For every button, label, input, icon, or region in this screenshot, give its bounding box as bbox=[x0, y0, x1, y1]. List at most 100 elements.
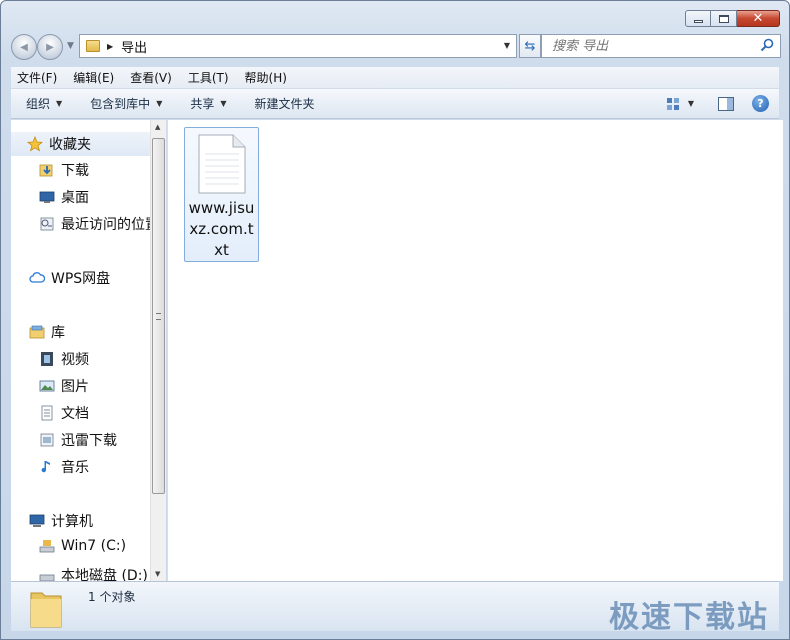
nav-desktop[interactable]: 桌面 bbox=[39, 187, 89, 207]
file-item[interactable]: www.jisuxz.com.txt bbox=[184, 127, 259, 262]
address-bar[interactable]: ▶ 导出 ▼ bbox=[79, 34, 517, 58]
nav-drive-c-label: Win7 (C:) bbox=[61, 538, 127, 554]
nav-drive-d[interactable]: 本地磁盘 (D:) bbox=[39, 565, 148, 581]
nav-recent-label: 最近访问的位置 bbox=[61, 217, 159, 233]
maximize-icon bbox=[718, 14, 729, 23]
nav-favorites[interactable]: 收藏夹 bbox=[11, 132, 151, 156]
forward-arrow-icon: ▶ bbox=[46, 41, 54, 53]
search-icon[interactable] bbox=[760, 38, 774, 52]
close-icon: ✕ bbox=[752, 11, 764, 26]
recent-pages-dropdown[interactable]: ▼ bbox=[67, 41, 74, 51]
menu-help[interactable]: 帮助(H) bbox=[245, 69, 287, 86]
help-button[interactable]: ? bbox=[752, 95, 769, 112]
documents-icon bbox=[41, 405, 53, 421]
forward-button[interactable]: ▶ bbox=[37, 34, 63, 60]
cloud-icon bbox=[29, 272, 45, 283]
nav-pictures-label: 图片 bbox=[61, 379, 89, 395]
chevron-down-icon: ▼ bbox=[56, 99, 63, 108]
nav-documents[interactable]: 文档 bbox=[39, 403, 89, 423]
view-dropdown-icon[interactable]: ▼ bbox=[688, 99, 694, 108]
explorer-window: ✕ ◀ ▶ ▼ ▶ 导出 ▼ ⇆ 文件(F) 编辑(E) bbox=[0, 0, 790, 640]
view-controls: ▼ ? bbox=[666, 95, 769, 112]
help-icon: ? bbox=[757, 97, 764, 110]
recent-places-icon bbox=[40, 217, 54, 231]
nav-favorites-label: 收藏夹 bbox=[49, 137, 91, 153]
breadcrumb-arrow-icon[interactable]: ▶ bbox=[107, 42, 113, 51]
preview-pane-icon[interactable] bbox=[718, 96, 734, 111]
close-button[interactable]: ✕ bbox=[737, 10, 780, 27]
folder-icon bbox=[86, 40, 100, 52]
share-button[interactable]: 共享 ▼ bbox=[190, 95, 226, 112]
nav-wps-cloud[interactable]: WPS网盘 bbox=[29, 268, 110, 288]
nav-drive-d-label: 本地磁盘 (D:) bbox=[61, 568, 148, 581]
nav-videos[interactable]: 视频 bbox=[39, 349, 89, 369]
refresh-icon: ⇆ bbox=[524, 38, 536, 54]
computer-icon bbox=[29, 514, 45, 527]
scrollbar-thumb[interactable] bbox=[152, 138, 165, 494]
nav-music[interactable]: 音乐 bbox=[39, 457, 89, 477]
menu-file[interactable]: 文件(F) bbox=[17, 69, 57, 86]
watermark-logo: 极速下载站 bbox=[609, 600, 769, 635]
folder-icon bbox=[30, 592, 62, 628]
video-icon bbox=[41, 352, 53, 366]
command-bar: 组织 ▼ 包含到库中 ▼ 共享 ▼ 新建文件夹 ▼ ? bbox=[11, 89, 779, 119]
local-disk-icon bbox=[39, 574, 55, 581]
nav-libraries[interactable]: 库 bbox=[29, 322, 65, 342]
nav-downloads-label: 下载 bbox=[61, 163, 89, 179]
menu-tools[interactable]: 工具(T) bbox=[188, 69, 229, 86]
search-input[interactable] bbox=[552, 38, 752, 54]
file-list[interactable]: www.jisuxz.com.txt bbox=[167, 120, 783, 581]
nav-computer[interactable]: 计算机 bbox=[29, 511, 93, 531]
system-drive-icon bbox=[39, 540, 55, 553]
share-label: 共享 bbox=[190, 97, 215, 111]
include-in-library-label: 包含到库中 bbox=[90, 97, 151, 111]
caption-buttons: ✕ bbox=[685, 10, 780, 27]
desktop-icon bbox=[39, 191, 55, 203]
nav-pictures[interactable]: 图片 bbox=[39, 376, 89, 396]
chevron-down-icon: ▼ bbox=[220, 99, 227, 108]
nav-documents-label: 文档 bbox=[61, 406, 89, 422]
breadcrumb-current[interactable]: 导出 bbox=[121, 37, 147, 56]
grip-icon bbox=[156, 313, 161, 320]
text-file-icon bbox=[198, 134, 246, 194]
back-arrow-icon: ◀ bbox=[20, 41, 28, 53]
nav-desktop-label: 桌面 bbox=[61, 190, 89, 206]
back-button[interactable]: ◀ bbox=[11, 34, 37, 60]
navigation-pane: 收藏夹 下载 桌面 最近访问的位置 WPS网盘 库 视频 图片 文档 迅雷下载 … bbox=[11, 120, 166, 581]
nav-computer-label: 计算机 bbox=[51, 514, 93, 530]
change-view-icon[interactable] bbox=[666, 97, 680, 111]
star-icon bbox=[27, 136, 43, 152]
xunlei-folder-icon bbox=[40, 433, 54, 447]
nav-downloads[interactable]: 下载 bbox=[39, 160, 89, 180]
new-folder-label: 新建文件夹 bbox=[254, 97, 315, 111]
address-dropdown-icon[interactable]: ▼ bbox=[504, 41, 510, 50]
file-name: www.jisuxz.com.txt bbox=[188, 199, 255, 259]
organize-button[interactable]: 组织 ▼ bbox=[26, 95, 62, 112]
refresh-button[interactable]: ⇆ bbox=[519, 34, 541, 58]
library-icon bbox=[29, 325, 45, 339]
nav-xunlei-downloads[interactable]: 迅雷下载 bbox=[39, 430, 117, 450]
nav-videos-label: 视频 bbox=[61, 352, 89, 368]
search-box[interactable] bbox=[541, 34, 781, 58]
menu-bar: 文件(F) 编辑(E) 查看(V) 工具(T) 帮助(H) bbox=[11, 67, 779, 89]
address-row: ◀ ▶ ▼ ▶ 导出 ▼ ⇆ bbox=[11, 33, 781, 61]
minimize-icon bbox=[693, 19, 703, 23]
menu-edit[interactable]: 编辑(E) bbox=[73, 69, 114, 86]
new-folder-button[interactable]: 新建文件夹 bbox=[255, 95, 315, 112]
nav-pane-scrollbar[interactable]: ▲ ▼ bbox=[150, 120, 166, 581]
nav-recent[interactable]: 最近访问的位置 bbox=[39, 214, 159, 234]
menu-view[interactable]: 查看(V) bbox=[130, 69, 172, 86]
music-note-icon bbox=[41, 461, 50, 473]
nav-music-label: 音乐 bbox=[61, 460, 89, 476]
scroll-down-icon[interactable]: ▼ bbox=[155, 570, 160, 578]
minimize-button[interactable] bbox=[685, 10, 711, 27]
nav-wps-label: WPS网盘 bbox=[51, 271, 111, 287]
include-in-library-button[interactable]: 包含到库中 ▼ bbox=[90, 95, 162, 112]
nav-xunlei-label: 迅雷下载 bbox=[61, 433, 117, 449]
status-bar: 1 个对象 极速下载站 bbox=[11, 581, 779, 635]
pictures-icon bbox=[39, 380, 55, 392]
nav-drive-c[interactable]: Win7 (C:) bbox=[39, 538, 126, 554]
maximize-button[interactable] bbox=[711, 10, 737, 27]
scroll-up-icon[interactable]: ▲ bbox=[155, 123, 160, 131]
nav-libraries-label: 库 bbox=[51, 325, 65, 341]
